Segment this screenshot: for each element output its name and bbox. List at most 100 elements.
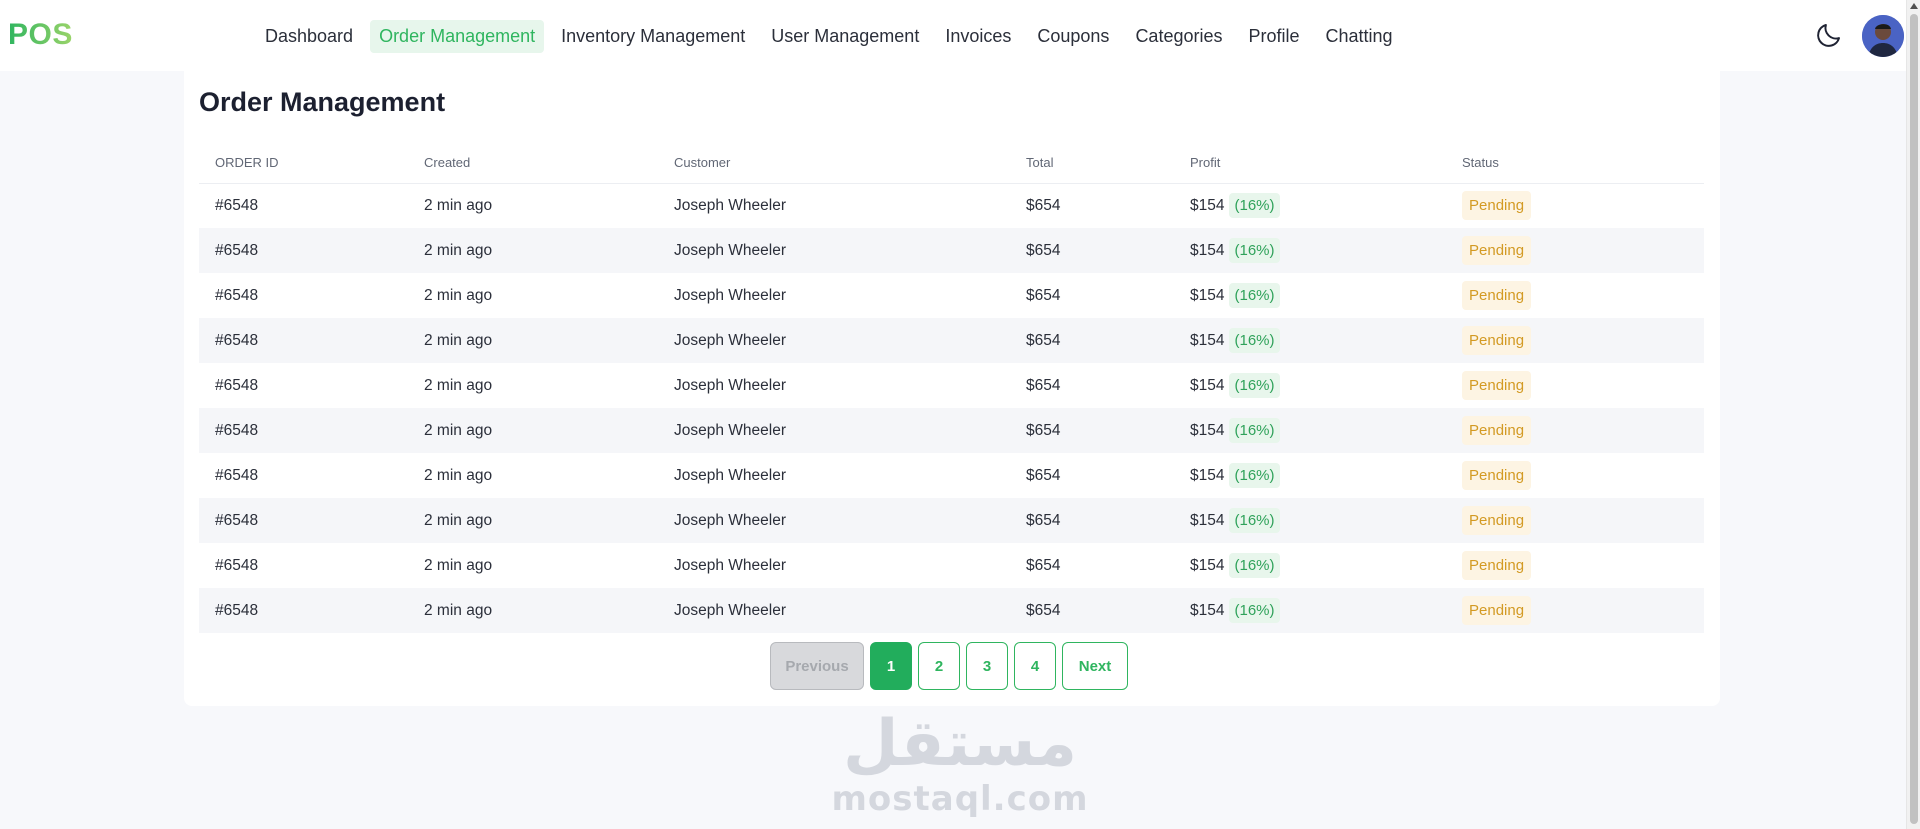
table-row[interactable]: #6548 2 min ago Joseph Wheeler $654 $154 (16%… (199, 318, 1704, 363)
profit-amount: $154 (1190, 422, 1225, 439)
status-badge: Pending (1462, 551, 1532, 580)
profit-amount: $154 (1190, 377, 1225, 394)
column-header[interactable]: Created (408, 143, 658, 184)
table-row[interactable]: #6548 2 min ago Joseph Wheeler $654 $154 (16%… (199, 273, 1704, 318)
status-badge: Pending (1462, 191, 1532, 221)
table-header-row: ORDER ID Created Customer Total Profit Status (199, 143, 1704, 184)
order-panel: Order Management ORDER ID Created Customer… (184, 71, 1720, 706)
profit-percent-badge: (16%) (1229, 193, 1280, 219)
top-navbar: POS Dashboard Order Management Inventory M… (0, 0, 1906, 71)
profit-percent-badge: (16%) (1229, 283, 1280, 308)
status-badge: Pending (1462, 281, 1532, 310)
nav-item-dashboard[interactable]: Dashboard (256, 20, 362, 53)
scrollbar-thumb[interactable] (1910, 14, 1918, 824)
order-id-cell: #6548 (199, 228, 408, 273)
orders-table: ORDER ID Created Customer Total Profit Status… (199, 143, 1704, 633)
created-cell: 2 min ago (424, 556, 493, 574)
order-id-cell: #6548 (215, 286, 259, 304)
status-badge: Pending (1462, 416, 1532, 445)
profit-percent-badge: (16%) (1229, 238, 1280, 263)
created-cell: 2 min ago (424, 196, 493, 214)
profit-percent-badge: (16%) (1229, 373, 1280, 398)
customer-cell: Joseph Wheeler (674, 196, 787, 214)
nav-item-profile[interactable]: Profile (1239, 20, 1308, 53)
app-logo[interactable]: POS (8, 18, 73, 52)
profit-cell: $154 (16%) (1174, 453, 1446, 498)
nav-item-categories[interactable]: Categories (1126, 20, 1231, 53)
created-cell: 2 min ago (408, 318, 658, 363)
page-scrollbar[interactable] (1906, 0, 1920, 829)
profit-cell: $154 (16%) (1174, 183, 1446, 228)
table-row[interactable]: #6548 2 min ago Joseph Wheeler $654 $154 (16%… (199, 453, 1704, 498)
status-cell: Pending (1446, 183, 1704, 228)
status-cell: Pending (1446, 273, 1704, 318)
total-cell: $654 (1026, 196, 1061, 214)
column-header[interactable]: Total (1010, 143, 1174, 184)
created-cell: 2 min ago (408, 498, 658, 543)
customer-cell: Joseph Wheeler (658, 408, 1010, 453)
nav-item-inventory-management[interactable]: Inventory Management (552, 20, 754, 53)
total-cell: $654 (1010, 408, 1174, 453)
nav-item-invoices[interactable]: Invoices (936, 20, 1020, 53)
page-button-3[interactable]: 3 (966, 642, 1008, 690)
column-header[interactable]: Status (1446, 143, 1704, 184)
profit-amount: $154 (1190, 557, 1225, 574)
status-cell: Pending (1446, 363, 1704, 408)
status-cell: Pending (1446, 453, 1704, 498)
profit-cell: $154 (16%) (1174, 318, 1446, 363)
moon-icon[interactable] (1814, 20, 1844, 50)
scroll-up-arrow-icon[interactable] (1910, 3, 1918, 9)
table-row[interactable]: #6548 2 min ago Joseph Wheeler $654 $154 (16%… (199, 183, 1704, 228)
created-cell: 2 min ago (408, 408, 658, 453)
customer-cell: Joseph Wheeler (658, 228, 1010, 273)
column-header[interactable]: Customer (658, 143, 1010, 184)
main-nav: Dashboard Order Management Inventory Manag… (256, 19, 1402, 53)
order-id-cell: #6548 (199, 318, 408, 363)
nav-item-user-management[interactable]: User Management (762, 20, 928, 53)
table-row[interactable]: #6548 2 min ago Joseph Wheeler $654 $154 (16%… (199, 543, 1704, 588)
profit-percent-badge: (16%) (1229, 328, 1280, 353)
profit-percent-badge: (16%) (1229, 463, 1280, 488)
nav-item-coupons[interactable]: Coupons (1028, 20, 1118, 53)
profit-cell: $154 (16%) (1174, 273, 1446, 318)
order-id-cell: #6548 (215, 556, 259, 574)
profit-cell: $154 (16%) (1174, 408, 1446, 453)
page-button-1[interactable]: 1 (870, 642, 912, 690)
total-cell: $654 (1010, 318, 1174, 363)
created-cell: 2 min ago (424, 286, 493, 304)
created-cell: 2 min ago (408, 588, 658, 633)
table-row[interactable]: #6548 2 min ago Joseph Wheeler $654 $154 (16%… (199, 588, 1704, 633)
nav-item-chatting[interactable]: Chatting (1317, 20, 1402, 53)
status-cell: Pending (1446, 543, 1704, 588)
customer-cell: Joseph Wheeler (658, 498, 1010, 543)
customer-cell: Joseph Wheeler (658, 318, 1010, 363)
previous-page-button[interactable]: Previous (770, 642, 864, 690)
profit-amount: $154 (1190, 197, 1225, 215)
total-cell: $654 (1026, 286, 1061, 304)
table-row[interactable]: #6548 2 min ago Joseph Wheeler $654 $154 (16%… (199, 408, 1704, 453)
status-badge: Pending (1462, 371, 1532, 400)
created-cell: 2 min ago (424, 466, 493, 484)
created-cell: 2 min ago (408, 228, 658, 273)
column-header[interactable]: Profit (1174, 143, 1446, 184)
table-row[interactable]: #6548 2 min ago Joseph Wheeler $654 $154 (16%… (199, 363, 1704, 408)
status-badge: Pending (1462, 326, 1532, 355)
watermark-logo: مستقل mostaql.com (831, 712, 1087, 816)
order-id-cell: #6548 (199, 588, 408, 633)
user-avatar[interactable] (1862, 15, 1904, 57)
status-cell: Pending (1446, 588, 1704, 633)
profit-percent-badge: (16%) (1229, 598, 1280, 623)
table-row[interactable]: #6548 2 min ago Joseph Wheeler $654 $154 (16%… (199, 228, 1704, 273)
page-button-2[interactable]: 2 (918, 642, 960, 690)
next-page-button[interactable]: Next (1062, 642, 1128, 690)
profit-amount: $154 (1190, 332, 1225, 349)
customer-cell: Joseph Wheeler (674, 286, 787, 304)
table-row[interactable]: #6548 2 min ago Joseph Wheeler $654 $154 (16%… (199, 498, 1704, 543)
column-header[interactable]: ORDER ID (199, 143, 408, 184)
watermark-latin: mostaql.com (831, 779, 1089, 819)
pagination: Previous 1 2 3 4 Next (770, 642, 1128, 690)
nav-item-order-management[interactable]: Order Management (370, 19, 545, 53)
order-id-cell: #6548 (215, 376, 259, 394)
order-id-cell: #6548 (215, 466, 259, 484)
page-button-4[interactable]: 4 (1014, 642, 1056, 690)
